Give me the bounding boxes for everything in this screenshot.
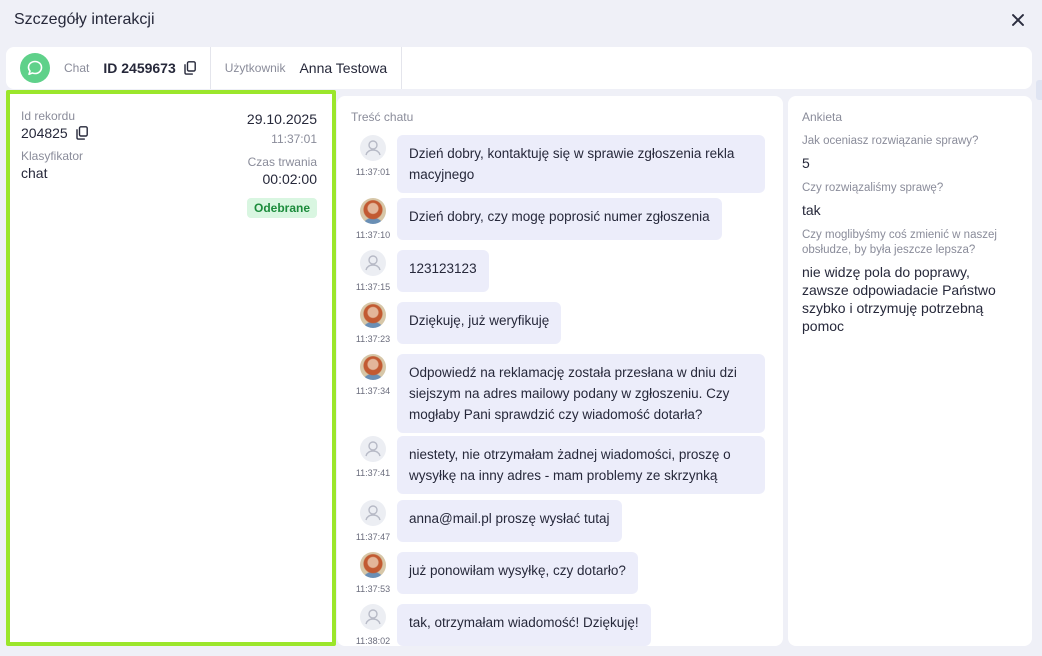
message-time: 11:37:23 [355,334,391,344]
message-bubble: Dzień dobry, kontaktuję się w sprawie zg… [397,135,765,193]
user-label: Użytkownik [224,61,286,75]
chat-bubble-icon [20,53,50,83]
survey-item: Czy moglibyśmy coś zmienić w naszej obsł… [802,228,1018,335]
agent-avatar [360,552,386,578]
interaction-info-bar: Chat ID 2459673 Użytkownik Anna Testowa [6,47,1032,89]
message-bubble: niestety, nie otrzymałam żadnej wiadomoś… [397,436,765,494]
record-time: 11:37:01 [271,132,317,146]
message-bubble: 123123123 [397,250,489,292]
survey-item: Jak oceniasz rozwiązanie sprawy? 5 [802,134,1018,172]
interaction-id: ID 2459673 [103,60,176,76]
message-time: 11:37:53 [355,584,391,594]
channel-label: Chat [64,61,90,75]
chat-heading: Treść chatu [351,110,414,124]
message-time: 11:37:01 [355,167,391,177]
message-time: 11:37:15 [355,282,391,292]
chat-message: 11:37:23 Dziękuję, już weryfikuję [355,302,562,344]
chat-message: 11:37:01 Dzień dobry, kontaktuję się w s… [355,135,765,193]
user-avatar-icon [360,500,386,526]
chat-message: 11:37:47 anna@mail.pl proszę wysłać tuta… [355,500,622,542]
duration-value: 00:02:00 [262,171,318,187]
survey-panel: Ankieta Jak oceniasz rozwiązanie sprawy?… [788,96,1032,646]
message-time: 11:37:34 [355,386,391,396]
survey-question: Czy rozwiązaliśmy sprawę? [802,182,944,194]
copy-icon[interactable] [184,61,196,75]
channel-segment: Chat ID 2459673 [6,47,211,89]
message-time: 11:37:47 [355,532,391,542]
modal-title: Szczegóły interakcji [14,11,155,28]
classifier-value: chat [21,165,48,181]
message-time: 11:38:02 [355,636,391,646]
record-id-label: Id rekordu [21,109,76,123]
user-name: Anna Testowa [299,60,388,76]
chat-panel: Treść chatu 11:37:01 Dzień dobry, kontak… [337,96,783,646]
survey-item: Czy rozwiązaliśmy sprawę? tak [802,181,1018,219]
message-time: 11:37:41 [355,468,391,478]
modal-header: Szczegóły interakcji [0,0,1042,40]
classifier-label: Klasyfikator [21,149,84,163]
user-segment: Użytkownik Anna Testowa [211,47,403,89]
message-bubble: anna@mail.pl proszę wysłać tutaj [397,500,622,542]
agent-avatar [360,198,386,224]
message-bubble: Odpowiedź na reklamację została przesłan… [397,354,765,433]
user-avatar-icon [360,250,386,276]
survey-question: Jak oceniasz rozwiązanie sprawy? [802,135,979,147]
message-time: 11:37:10 [355,230,391,240]
chat-message: 11:37:53 już ponowiłam wysyłkę, czy dota… [355,552,638,594]
record-panel: Id rekordu 204825 Klasyfikator chat 29.1… [6,90,336,646]
message-bubble: tak, otrzymałam wiadomość! Dziękuję! [397,604,651,646]
survey-heading: Ankieta [802,110,843,124]
agent-avatar [360,354,386,380]
copy-icon[interactable] [76,126,88,140]
survey-question: Czy moglibyśmy coś zmienić w naszej obsł… [802,229,997,256]
duration-label: Czas trwania [247,155,317,169]
message-bubble: Dziękuję, już weryfikuję [397,302,562,344]
chat-message: 11:37:15 123123123 [355,250,489,292]
background-scroll-indicator [1036,80,1042,100]
chat-message: 11:38:02 tak, otrzymałam wiadomość! Dzię… [355,604,651,646]
message-bubble: Dzień dobry, czy mogę poprosić numer zgł… [397,198,722,240]
survey-answer: nie widzę pola do poprawy, zawsze odpowi… [802,264,996,334]
interaction-details-modal: Szczegóły interakcji Chat ID 2459673 Uży… [0,0,1042,656]
close-icon[interactable] [1008,10,1028,30]
survey-answer: 5 [802,155,810,171]
status-badge: Odebrane [246,198,317,218]
user-avatar-icon [360,604,386,630]
chat-message: 11:37:34 Odpowiedź na reklamację została… [355,354,765,433]
survey-answer: tak [802,202,821,218]
record-id-value: 204825 [21,125,68,141]
agent-avatar [360,302,386,328]
record-date: 29.10.2025 [246,111,317,127]
user-avatar-icon [360,436,386,462]
message-bubble: już ponowiłam wysyłkę, czy dotarło? [397,552,638,594]
user-avatar-icon [360,135,386,161]
chat-message: 11:37:10 Dzień dobry, czy mogę poprosić … [355,198,722,240]
chat-message: 11:37:41 niestety, nie otrzymałam żadnej… [355,436,765,494]
